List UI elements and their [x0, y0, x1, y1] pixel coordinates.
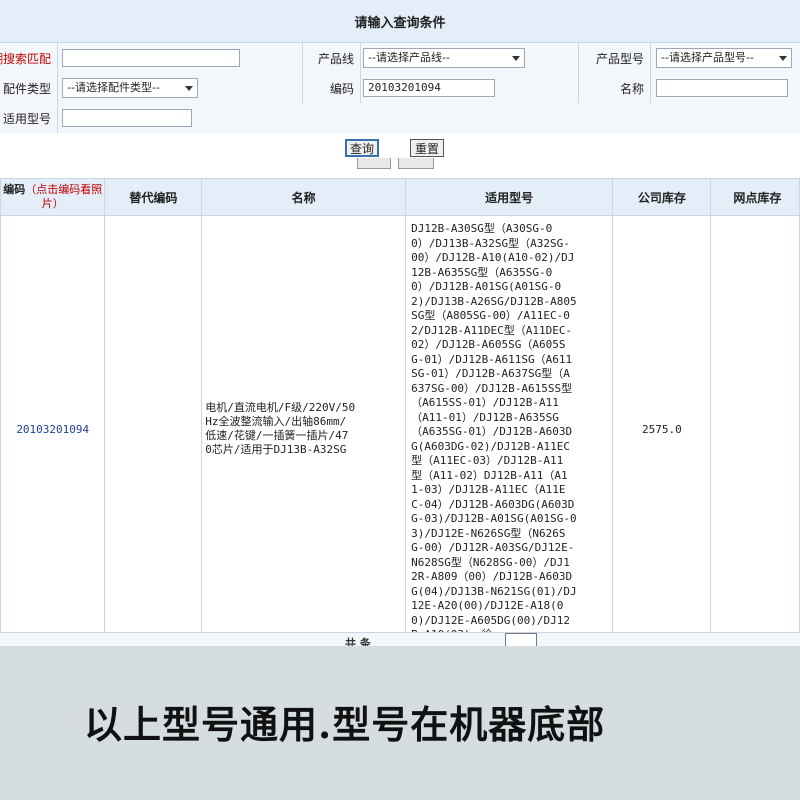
product-model-select[interactable]: --请选择产品型号-- [656, 48, 792, 68]
part-type-cell: --请选择配件类型-- [58, 73, 303, 103]
query-form: 请输入查询条件 模糊搜索匹配 产品线 --请选择产品线-- 产品型号 --请选择… [0, 0, 800, 179]
name-cell [651, 73, 800, 103]
fuzzy-search-cell [58, 43, 303, 73]
page-size-input[interactable] [505, 633, 537, 647]
header-models: 适用型号 [405, 178, 614, 216]
header-company-stock: 公司库存 [612, 178, 712, 216]
chevron-down-icon [779, 56, 787, 61]
header-name: 名称 [201, 178, 407, 216]
code-label: 编码 [303, 73, 361, 103]
chevron-down-icon [185, 86, 193, 91]
form-row-3: 适用型号 [0, 103, 800, 134]
form-row-1: 模糊搜索匹配 产品线 --请选择产品线-- 产品型号 --请选择产品型号-- [0, 43, 800, 74]
row-code-link[interactable]: 20103201094 [0, 215, 106, 644]
row-outlet-stock [710, 215, 800, 644]
header-alt-code: 替代编码 [104, 178, 203, 216]
table-row: 20103201094 电机/直流电机/F级/220V/50 Hz全波整流输入/… [0, 215, 800, 644]
button-row: 查询 重置 [0, 133, 800, 179]
code-cell: 20103201094 [361, 73, 579, 103]
name-input[interactable] [656, 79, 788, 97]
row-company-stock: 2575.0 [612, 215, 712, 644]
form-row-2: 配件类型 --请选择配件类型-- 编码 20103201094 名称 [0, 73, 800, 104]
header-outlet-stock: 网点库存 [710, 178, 800, 216]
pagination-bar: 共 条 [0, 632, 800, 647]
caption-text: 以上型号通用.型号在机器底部 [84, 702, 606, 747]
model-input[interactable] [62, 109, 192, 127]
model-label: 适用型号 [0, 103, 58, 133]
product-line-select[interactable]: --请选择产品线-- [363, 48, 525, 68]
fuzzy-search-input[interactable] [62, 49, 240, 67]
table-header-row: 编码（点击编码看照片） 替代编码 名称 适用型号 公司库存 网点库存 [0, 178, 800, 216]
part-type-select[interactable]: --请选择配件类型-- [62, 78, 198, 98]
header-code: 编码（点击编码看照片） [0, 178, 106, 216]
code-input[interactable]: 20103201094 [363, 79, 495, 97]
row-name: 电机/直流电机/F级/220V/50 Hz全波整流输入/出轴86mm/ 低速/花… [201, 215, 407, 644]
hidden-button-edge [398, 158, 434, 169]
product-model-label: 产品型号 [579, 43, 651, 73]
name-label: 名称 [579, 73, 651, 103]
row-alt-code [104, 215, 203, 644]
product-model-cell: --请选择产品型号-- [651, 43, 800, 73]
row-models: DJ12B-A30SG型（A30SG-0 0）/DJ13B-A32SG型（A32… [405, 215, 614, 644]
product-line-cell: --请选择产品线-- [361, 43, 579, 73]
form-title: 请输入查询条件 [0, 0, 800, 43]
fuzzy-search-label: 模糊搜索匹配 [0, 43, 58, 73]
model-cell [58, 103, 800, 133]
chevron-down-icon [512, 56, 520, 61]
part-type-label: 配件类型 [0, 73, 58, 103]
parts-table: 编码（点击编码看照片） 替代编码 名称 适用型号 公司库存 网点库存 20103… [0, 178, 800, 644]
reset-button[interactable]: 重置 [410, 139, 444, 157]
query-button[interactable]: 查询 [345, 139, 379, 157]
product-line-label: 产品线 [303, 43, 361, 73]
hidden-button-edge [357, 158, 391, 169]
